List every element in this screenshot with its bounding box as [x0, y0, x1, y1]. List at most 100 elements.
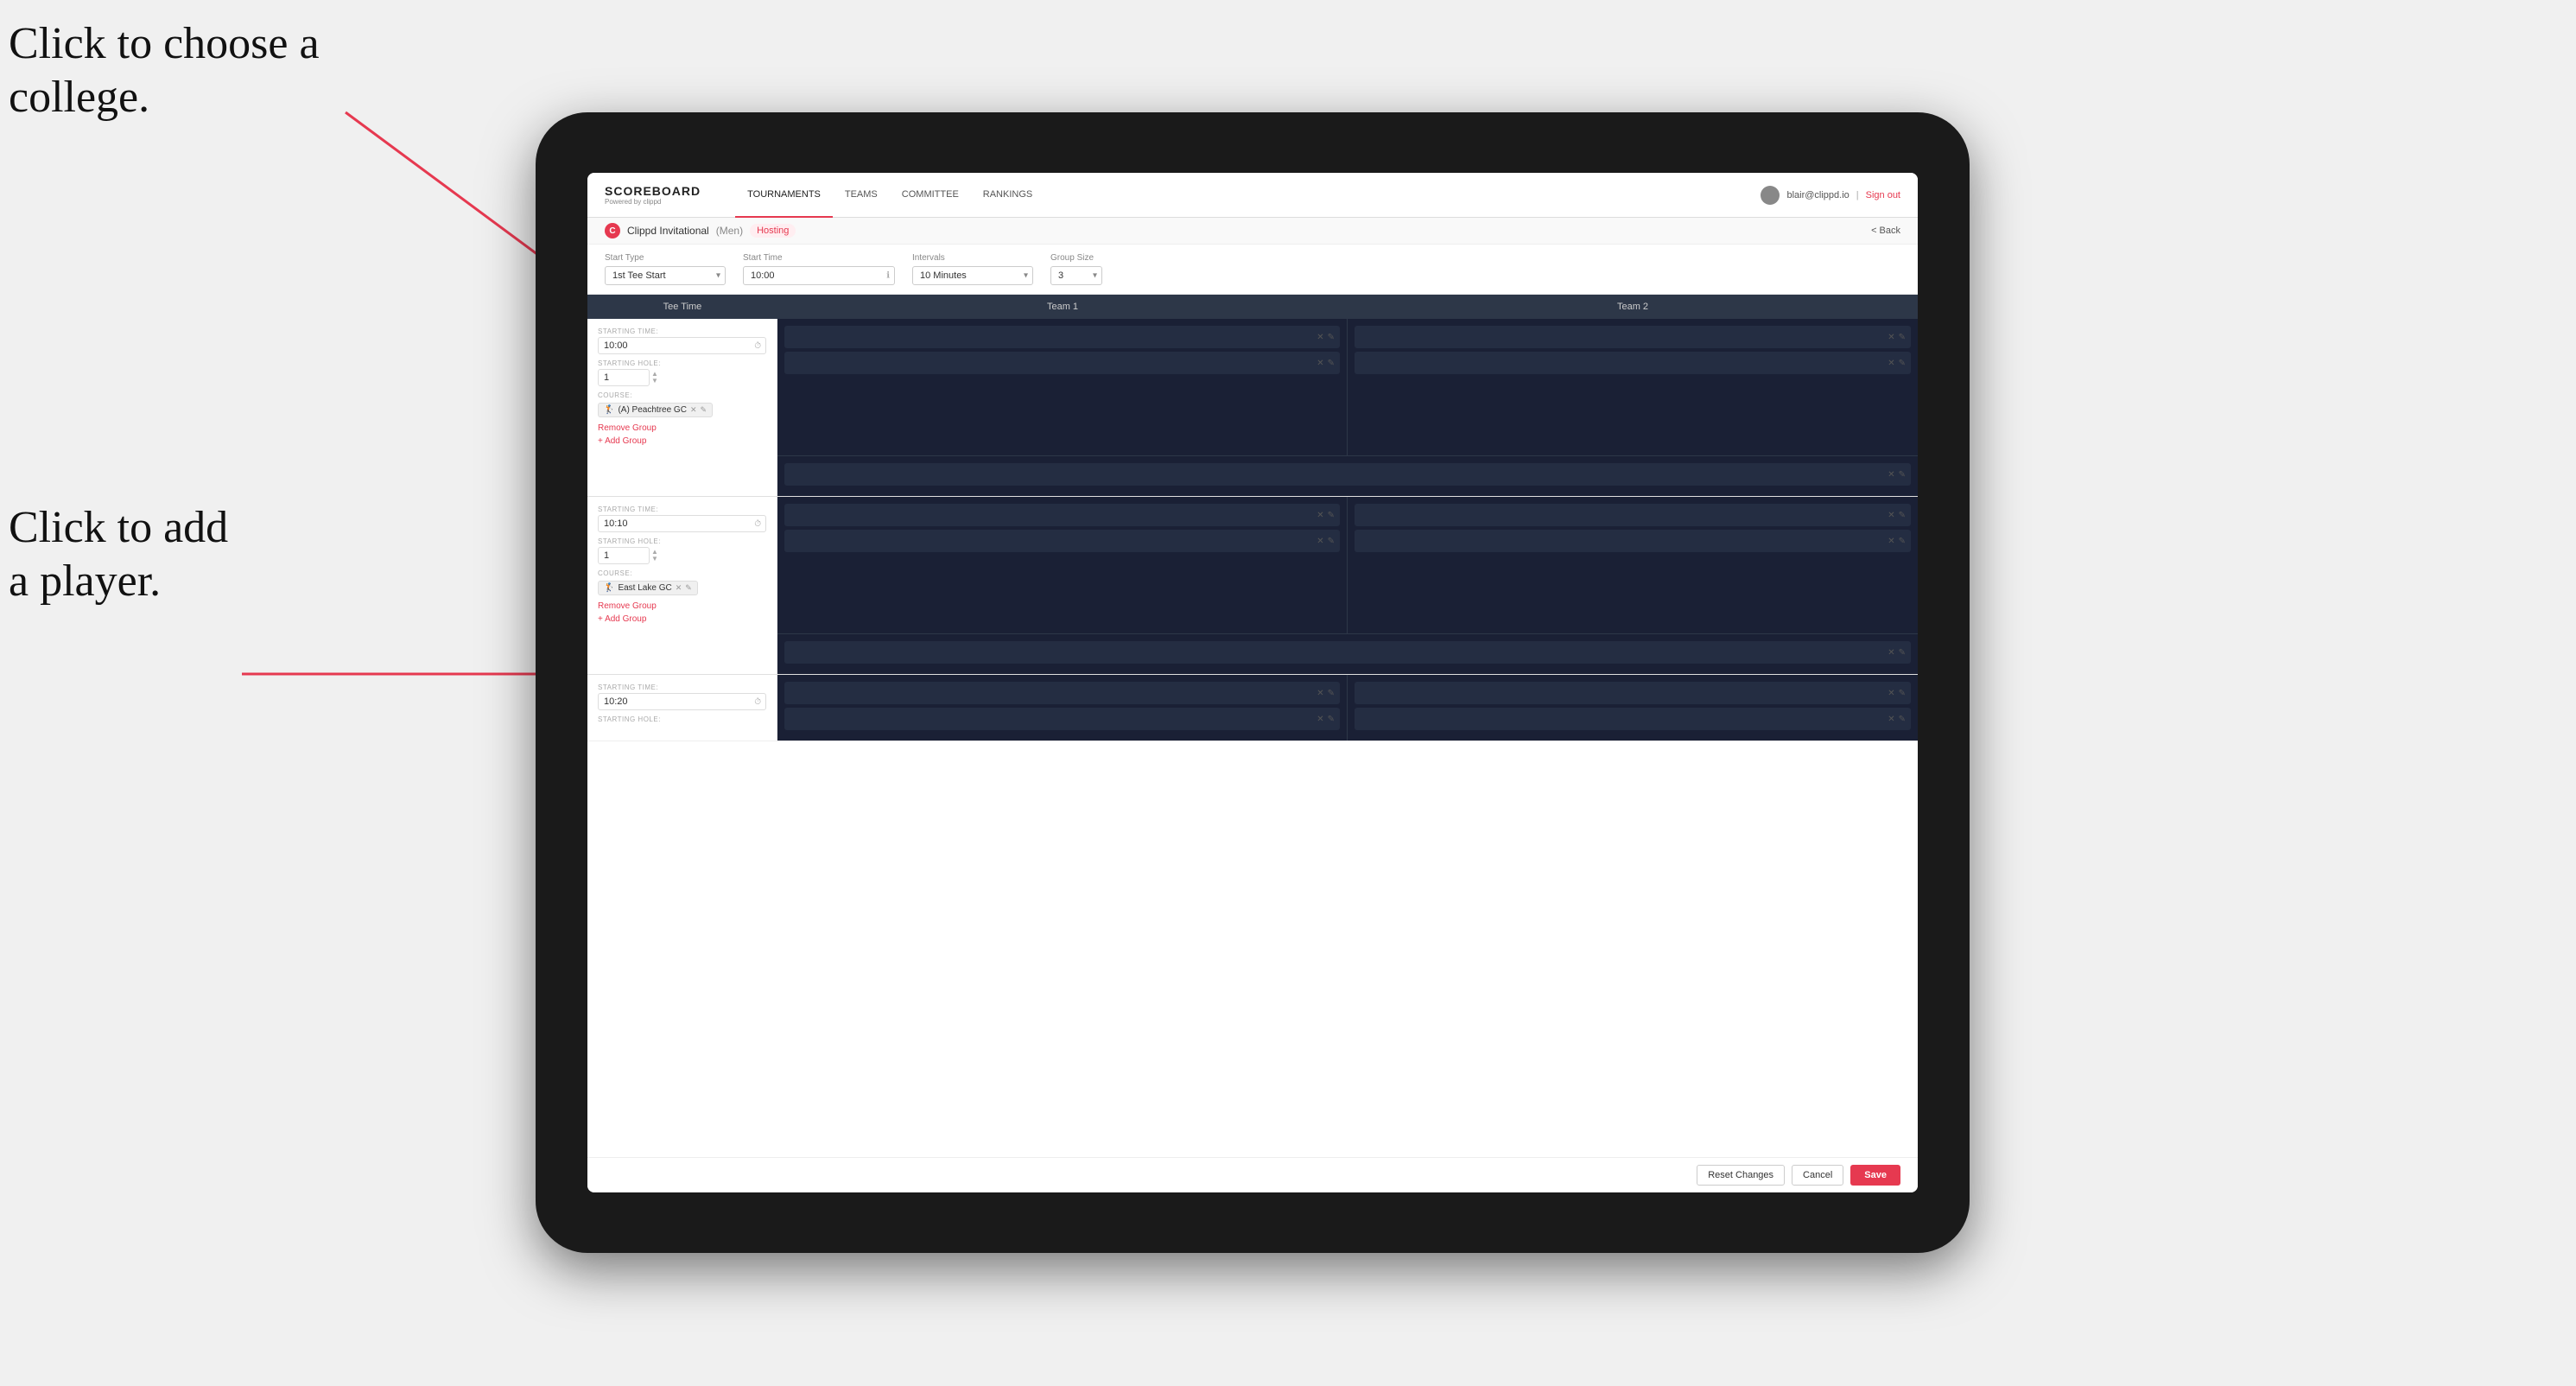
- sign-out-link[interactable]: Sign out: [1866, 190, 1900, 200]
- player-slot-3-2-2[interactable]: ✕ ✎: [1355, 708, 1911, 730]
- config-bar: Start Type 1st Tee Start Start Time ℹ In…: [587, 245, 1918, 295]
- nav-link-tournaments[interactable]: TOURNAMENTS: [735, 173, 833, 218]
- course-icon-2: 🏌: [604, 583, 614, 593]
- slot-edit-icon[interactable]: ✎: [1328, 537, 1335, 546]
- nav-right: blair@clippd.io | Sign out: [1761, 186, 1900, 205]
- slot-x-icon[interactable]: ✕: [1888, 648, 1894, 658]
- nav-link-committee[interactable]: COMMITTEE: [890, 173, 971, 218]
- time-icon-3: ⏱: [754, 697, 761, 707]
- course-edit-1[interactable]: ✎: [700, 405, 707, 415]
- slot-edit-icon[interactable]: ✎: [1899, 648, 1906, 658]
- group-1-team2: ✕ ✎ ✕ ✎: [1348, 319, 1918, 455]
- slot-edit-icon[interactable]: ✎: [1328, 333, 1335, 342]
- slot-x-icon[interactable]: ✕: [1317, 511, 1323, 520]
- remove-group-2[interactable]: Remove Group: [598, 601, 766, 612]
- slot-x-icon[interactable]: ✕: [1317, 689, 1323, 698]
- slot-x-icon[interactable]: ✕: [1317, 333, 1323, 342]
- add-group-1[interactable]: + Add Group: [598, 436, 766, 447]
- starting-hole-input-2[interactable]: [598, 547, 650, 564]
- course-tag-1[interactable]: 🏌 (A) Peachtree GC ✕ ✎: [598, 403, 713, 417]
- time-icon-2: ⏱: [754, 519, 761, 529]
- player-slot-1-2-1[interactable]: ✕ ✎: [1355, 326, 1911, 348]
- starting-hole-label-1: STARTING HOLE:: [598, 359, 766, 367]
- course-label-2: COURSE:: [598, 569, 766, 577]
- slot-x-icon[interactable]: ✕: [1888, 689, 1894, 698]
- player-slot-1-2-2[interactable]: ✕ ✎: [1355, 352, 1911, 374]
- group-2-actions: Remove Group + Add Group: [598, 601, 766, 625]
- navbar: SCOREBOARD Powered by clippd TOURNAMENTS…: [587, 173, 1918, 218]
- breadcrumb-status: Hosting: [750, 224, 796, 238]
- player-slot-2-2-2[interactable]: ✕ ✎: [1355, 530, 1911, 552]
- start-time-input[interactable]: [743, 266, 895, 285]
- course-slot-1-1[interactable]: ✕ ✎: [784, 463, 1911, 486]
- tablet-screen: SCOREBOARD Powered by clippd TOURNAMENTS…: [587, 173, 1918, 1192]
- starting-time-label-3: STARTING TIME:: [598, 683, 766, 691]
- slot-x-icon[interactable]: ✕: [1317, 359, 1323, 368]
- player-slot-2-1-2[interactable]: ✕ ✎: [784, 530, 1340, 552]
- slot-x-icon[interactable]: ✕: [1888, 333, 1894, 342]
- slot-x-icon[interactable]: ✕: [1888, 537, 1894, 546]
- slot-edit-icon[interactable]: ✎: [1899, 689, 1906, 698]
- nav-link-rankings[interactable]: RANKINGS: [971, 173, 1044, 218]
- slot-edit-icon[interactable]: ✎: [1899, 359, 1906, 368]
- player-slot-2-2-1[interactable]: ✕ ✎: [1355, 504, 1911, 526]
- slot-edit-icon[interactable]: ✎: [1899, 333, 1906, 342]
- course-slot-2-1[interactable]: ✕ ✎: [784, 641, 1911, 664]
- slot-edit-icon[interactable]: ✎: [1328, 359, 1335, 368]
- group-size-field: Group Size 3: [1050, 253, 1102, 285]
- slot-x-icon[interactable]: ✕: [1888, 715, 1894, 724]
- start-type-field: Start Type 1st Tee Start: [605, 253, 726, 285]
- reset-button[interactable]: Reset Changes: [1697, 1165, 1785, 1186]
- hole-stepper-2[interactable]: ▲ ▼: [651, 549, 658, 563]
- group-size-select[interactable]: 3: [1050, 266, 1102, 285]
- group-2-course-row: ✕ ✎: [777, 633, 1918, 674]
- slot-edit-icon[interactable]: ✎: [1328, 715, 1335, 724]
- slot-x-icon[interactable]: ✕: [1317, 537, 1323, 546]
- group-1-controls: STARTING TIME: ⏱ STARTING HOLE: ▲ ▼: [587, 319, 777, 455]
- starting-time-input-1[interactable]: [598, 337, 766, 354]
- starting-time-input-2[interactable]: [598, 515, 766, 532]
- slot-edit-icon[interactable]: ✎: [1899, 537, 1906, 546]
- nav-link-teams[interactable]: TEAMS: [833, 173, 890, 218]
- group-1-teams: ✕ ✎ ✕ ✎ ✕ ✎: [777, 319, 1918, 455]
- add-group-2[interactable]: + Add Group: [598, 614, 766, 625]
- header-team1: Team 1: [777, 295, 1348, 319]
- group-1-course-row: ✕ ✎: [777, 455, 1918, 496]
- player-slot-3-1-2[interactable]: ✕ ✎: [784, 708, 1340, 730]
- intervals-select[interactable]: 10 Minutes: [912, 266, 1033, 285]
- back-button[interactable]: < Back: [1871, 226, 1900, 236]
- hole-stepper-1[interactable]: ▲ ▼: [651, 371, 658, 385]
- slot-edit-icon[interactable]: ✎: [1899, 715, 1906, 724]
- group-2-teams: ✕ ✎ ✕ ✎ ✕ ✎: [777, 497, 1918, 633]
- time-icon-1: ⏱: [754, 341, 761, 351]
- cancel-button[interactable]: Cancel: [1792, 1165, 1843, 1186]
- slot-edit-icon[interactable]: ✎: [1899, 470, 1906, 480]
- slot-edit-icon[interactable]: ✎: [1328, 511, 1335, 520]
- start-type-select[interactable]: 1st Tee Start: [605, 266, 726, 285]
- remove-group-1[interactable]: Remove Group: [598, 423, 766, 434]
- player-slot-3-2-1[interactable]: ✕ ✎: [1355, 682, 1911, 704]
- group-2: STARTING TIME: ⏱ STARTING HOLE: ▲ ▼: [587, 497, 1918, 675]
- player-slot-1-1-1[interactable]: ✕ ✎: [784, 326, 1340, 348]
- group-2-team1: ✕ ✎ ✕ ✎: [777, 497, 1348, 633]
- starting-time-label-2: STARTING TIME:: [598, 505, 766, 513]
- slot-x-icon[interactable]: ✕: [1317, 715, 1323, 724]
- player-slot-2-1-1[interactable]: ✕ ✎: [784, 504, 1340, 526]
- slot-edit-icon[interactable]: ✎: [1899, 511, 1906, 520]
- slot-x-icon[interactable]: ✕: [1888, 470, 1894, 480]
- starting-hole-input-1[interactable]: [598, 369, 650, 386]
- player-slot-3-1-1[interactable]: ✕ ✎: [784, 682, 1340, 704]
- starting-time-input-3[interactable]: [598, 693, 766, 710]
- slot-x-icon[interactable]: ✕: [1888, 511, 1894, 520]
- slot-x-icon[interactable]: ✕: [1888, 359, 1894, 368]
- course-tag-2[interactable]: 🏌 East Lake GC ✕ ✎: [598, 581, 698, 595]
- slot-edit-icon[interactable]: ✎: [1328, 689, 1335, 698]
- course-remove-2[interactable]: ✕: [676, 583, 682, 593]
- breadcrumb-bar: C Clippd Invitational (Men) Hosting < Ba…: [587, 218, 1918, 245]
- player-slot-1-1-2[interactable]: ✕ ✎: [784, 352, 1340, 374]
- group-1: STARTING TIME: ⏱ STARTING HOLE: ▲ ▼: [587, 319, 1918, 497]
- course-remove-1[interactable]: ✕: [690, 405, 697, 415]
- course-edit-2[interactable]: ✎: [685, 583, 692, 593]
- intervals-field: Intervals 10 Minutes: [912, 253, 1033, 285]
- save-button[interactable]: Save: [1850, 1165, 1900, 1186]
